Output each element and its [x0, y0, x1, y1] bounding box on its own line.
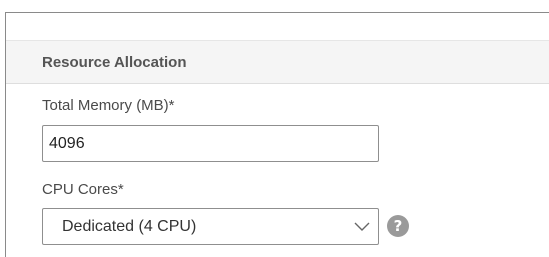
chevron-down-icon	[354, 222, 370, 231]
total-memory-input[interactable]	[42, 125, 379, 162]
section-header: Resource Allocation	[6, 40, 549, 84]
total-memory-label: Total Memory (MB)*	[42, 97, 175, 114]
cpu-cores-selected-value: Dedicated (4 CPU)	[62, 218, 197, 235]
resource-panel: Resource Allocation Total Memory (MB)* C…	[5, 12, 549, 257]
help-icon[interactable]: ?	[387, 215, 409, 237]
cpu-cores-select[interactable]: Dedicated (4 CPU)	[42, 208, 379, 245]
section-title: Resource Allocation	[42, 54, 187, 71]
cpu-cores-label: CPU Cores*	[42, 181, 124, 198]
